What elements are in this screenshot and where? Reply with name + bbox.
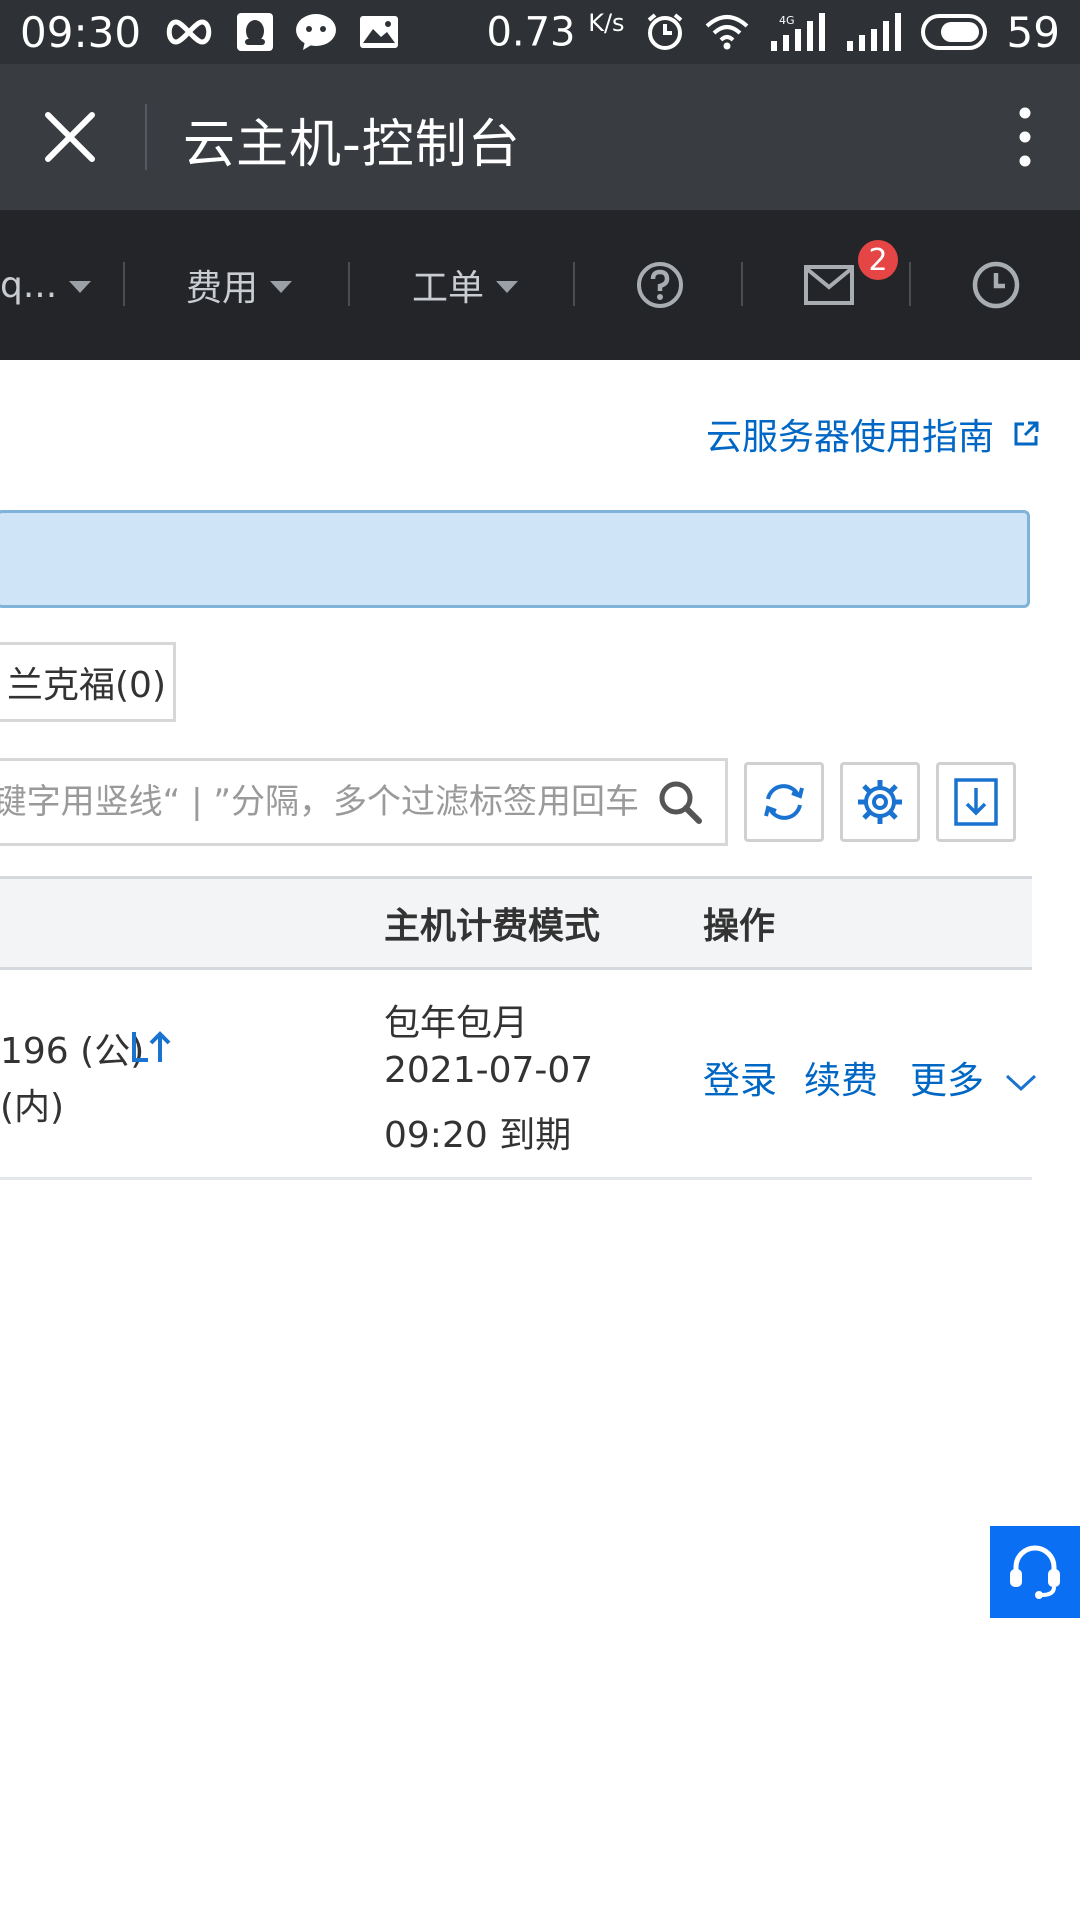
nav-divider xyxy=(573,262,575,306)
network-speed-unit: K/s xyxy=(588,8,625,37)
alarm-icon xyxy=(645,12,685,52)
customer-service-button[interactable] xyxy=(990,1526,1080,1618)
signal-4g-icon: 4G xyxy=(769,13,825,51)
vertical-dots-icon xyxy=(1019,107,1031,167)
billing-mode: 包年包月 xyxy=(384,1003,529,1044)
battery-level: 59 xyxy=(1006,7,1060,57)
page-title: 云主机-控制台 xyxy=(183,115,521,175)
title-divider xyxy=(145,104,147,170)
more-actions-link[interactable]: 更多 xyxy=(910,1050,1038,1104)
column-billing-mode: 主机计费模式 xyxy=(384,906,601,947)
login-link[interactable]: 登录 xyxy=(703,1050,777,1104)
nav-ticket-dropdown[interactable]: 工单 xyxy=(412,210,519,360)
nav-divider xyxy=(909,262,911,306)
close-button[interactable] xyxy=(40,107,100,167)
download-button[interactable] xyxy=(936,762,1016,842)
gear-icon xyxy=(858,780,902,824)
battery-icon xyxy=(920,14,987,50)
history-button[interactable] xyxy=(971,210,1021,360)
signal-icon xyxy=(845,13,901,51)
nav-billing-label: 费用 xyxy=(186,268,259,309)
external-link-icon xyxy=(1014,421,1039,446)
close-icon xyxy=(45,112,95,162)
headset-icon xyxy=(1010,1545,1060,1599)
image-icon xyxy=(359,15,399,49)
ip-switch-icon[interactable] xyxy=(130,1026,176,1066)
nav-account-dropdown[interactable]: q... xyxy=(0,210,92,360)
nav-ticket-label: 工单 xyxy=(412,268,485,309)
help-button[interactable] xyxy=(636,210,684,360)
refresh-button[interactable] xyxy=(744,762,824,842)
search-input[interactable] xyxy=(0,761,639,843)
messages-button[interactable] xyxy=(804,210,854,360)
region-tab-frankfurt[interactable]: 兰克福(0) xyxy=(0,642,176,722)
caret-down-icon xyxy=(496,281,519,293)
network-speed: 0.73 xyxy=(486,9,576,56)
more-menu-button[interactable] xyxy=(1010,104,1040,170)
search-icon[interactable] xyxy=(657,779,703,825)
nav-billing-dropdown[interactable]: 费用 xyxy=(186,210,293,360)
infinity-icon xyxy=(163,17,215,47)
nav-account-label: q... xyxy=(0,264,58,306)
mail-icon xyxy=(804,265,854,305)
top-nav xyxy=(0,210,1080,360)
renew-link[interactable]: 续费 xyxy=(804,1050,878,1104)
clock-icon xyxy=(972,261,1020,309)
more-actions-label: 更多 xyxy=(910,1059,984,1102)
unread-badge: 2 xyxy=(858,240,898,280)
nav-divider xyxy=(348,262,350,306)
settings-button[interactable] xyxy=(840,762,920,842)
nav-divider xyxy=(123,262,125,306)
caret-down-icon xyxy=(69,281,92,293)
chevron-down-icon xyxy=(1005,1074,1036,1091)
status-bar: 09:30 0.73 K/s 4G 59 xyxy=(0,0,1080,64)
expiry-time: 09:20 到期 xyxy=(384,1115,572,1156)
refresh-icon xyxy=(764,784,804,820)
nav-divider xyxy=(741,262,743,306)
public-ip: 196 (公) xyxy=(0,1031,145,1072)
private-ip: (内) xyxy=(0,1087,65,1128)
search-box xyxy=(0,758,728,846)
qq-icon xyxy=(237,13,274,51)
table-header: 主机计费模式 操作 xyxy=(0,876,1032,970)
title-bar: 云主机-控制台 xyxy=(0,64,1080,210)
clock-time: 09:30 xyxy=(20,7,142,57)
caret-down-icon xyxy=(270,281,293,293)
download-icon xyxy=(954,778,998,826)
notice-banner xyxy=(0,510,1030,608)
column-actions: 操作 xyxy=(703,906,776,947)
server-guide-link[interactable]: 云服务器使用指南 xyxy=(706,408,1040,460)
svg-text:4G: 4G xyxy=(779,14,795,27)
server-guide-label: 云服务器使用指南 xyxy=(705,417,994,458)
wechat-icon xyxy=(295,13,337,51)
expiry-date: 2021-07-07 xyxy=(384,1050,594,1091)
help-icon xyxy=(637,262,683,308)
wifi-icon xyxy=(705,14,749,50)
